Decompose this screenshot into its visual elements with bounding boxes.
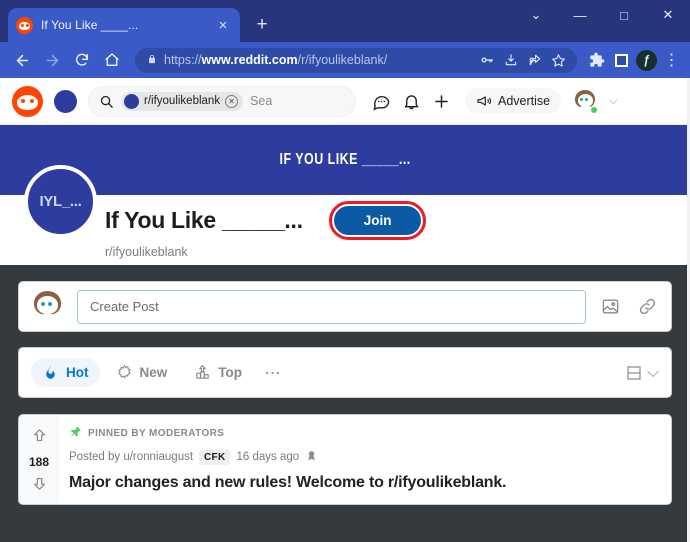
award-icon[interactable] <box>305 449 318 465</box>
post-body: PINNED BY MODERATORS Posted by u/ronniau… <box>59 415 671 504</box>
upvote-button[interactable] <box>31 427 48 449</box>
forward-button[interactable] <box>38 46 66 74</box>
browser-title-bar: If You Like ____... × + ⌄ — □ ✕ <box>0 0 690 42</box>
page-content: r/ifyoulikeblank ✕ Sea Advertise ⌵ IF YO… <box>0 78 690 542</box>
advertise-button[interactable]: Advertise <box>465 88 562 114</box>
browser-toolbar: https://www.reddit.com/r/ifyoulikeblank/ <box>0 42 690 78</box>
new-tab-button[interactable]: + <box>248 11 276 39</box>
megaphone-icon <box>477 96 492 106</box>
search-bar[interactable]: r/ifyoulikeblank ✕ Sea <box>88 85 356 117</box>
search-subreddit-chip[interactable]: r/ifyoulikeblank ✕ <box>121 91 244 111</box>
author-flair: CFK <box>199 449 231 465</box>
card-view-icon <box>627 365 641 380</box>
pinned-row: PINNED BY MODERATORS <box>69 425 659 441</box>
user-menu-caret-icon[interactable]: ⌵ <box>609 95 617 108</box>
join-button-highlight: Join <box>328 201 427 240</box>
online-status-dot <box>590 106 599 114</box>
create-post-card: Create Post <box>18 281 672 332</box>
window-controls: ⌄ — □ ✕ <box>514 0 690 30</box>
close-window-button[interactable]: ✕ <box>646 0 690 30</box>
browser-window: If You Like ____... × + ⌄ — □ ✕ https://… <box>0 0 690 542</box>
chip-remove-icon[interactable]: ✕ <box>225 94 239 108</box>
sort-new-label: New <box>139 365 168 380</box>
subreddit-mini-avatar-icon[interactable] <box>54 89 77 113</box>
search-icon <box>99 94 114 109</box>
subreddit-banner: IF YOU LIKE _____... <box>0 125 690 195</box>
extension-icons: ƒ ⋮ <box>586 49 682 71</box>
downvote-button[interactable] <box>31 475 48 497</box>
header-icon-group <box>371 91 452 112</box>
key-icon[interactable] <box>476 50 497 71</box>
join-button[interactable]: Join <box>333 206 422 235</box>
omnibox-actions <box>476 50 569 71</box>
install-icon[interactable] <box>500 50 521 71</box>
tab-search-icon[interactable]: ⌄ <box>514 0 558 30</box>
sort-new[interactable]: New <box>105 358 179 387</box>
tab-close-icon[interactable]: × <box>214 16 232 34</box>
advertise-label: Advertise <box>498 94 551 108</box>
url-text: https://www.reddit.com/r/ifyoulikeblank/ <box>164 53 388 67</box>
reddit-header: r/ifyoulikeblank ✕ Sea Advertise ⌵ <box>0 78 690 125</box>
user-avatar[interactable] <box>572 88 599 114</box>
podium-icon <box>196 365 209 379</box>
square-extension-icon[interactable] <box>611 50 632 71</box>
chip-label: r/ifyoulikeblank <box>144 95 221 107</box>
view-caret-icon: ⌵ <box>646 363 659 381</box>
reddit-favicon-icon <box>16 16 33 34</box>
browser-tab[interactable]: If You Like ____... × <box>8 8 240 42</box>
post-excerpt <box>69 496 659 504</box>
vote-score: 188 <box>28 455 50 469</box>
lock-icon <box>147 53 157 68</box>
post-card[interactable]: 188 PINNED BY MODERATORS Posted by u/ron… <box>18 414 672 505</box>
maximize-button[interactable]: □ <box>602 0 646 30</box>
sort-top-label: Top <box>218 365 243 380</box>
tab-title: If You Like ____... <box>41 18 139 32</box>
flame-icon <box>46 365 55 379</box>
circle-extension-icon[interactable]: ƒ <box>636 49 657 71</box>
browser-menu-icon[interactable]: ⋮ <box>661 50 682 71</box>
subreddit-title: If You Like _____... <box>105 207 303 233</box>
view-mode-dropdown[interactable]: ⌵ <box>625 364 659 382</box>
pin-icon <box>69 425 82 441</box>
sort-hot[interactable]: Hot <box>31 358 100 387</box>
sort-top[interactable]: Top <box>183 358 253 387</box>
search-input[interactable]: Sea <box>250 94 272 108</box>
puzzle-icon[interactable] <box>586 50 607 71</box>
subreddit-handle: r/ifyoulikeblank <box>105 245 188 259</box>
home-button[interactable] <box>98 46 126 74</box>
subreddit-header: IYL_... If You Like _____... Join r/ifyo… <box>0 165 690 265</box>
banner-title: IF YOU LIKE _____... <box>279 151 411 168</box>
post-timestamp: 16 days ago <box>236 451 300 463</box>
sort-bar: Hot New Top ⋯ ⌵ <box>18 347 672 398</box>
subreddit-avatar: IYL_... <box>24 165 97 238</box>
chip-avatar-icon <box>124 93 139 109</box>
share-icon[interactable] <box>524 50 545 71</box>
create-post-input[interactable]: Create Post <box>77 289 586 324</box>
sort-more-button[interactable]: ⋯ <box>258 360 288 386</box>
feed: Create Post Hot New Top ⋯ ⌵ 188 PINNED B… <box>0 265 690 505</box>
create-post-placeholder: Create Post <box>90 299 159 314</box>
sort-hot-label: Hot <box>66 365 89 380</box>
vote-column: 188 <box>19 415 59 504</box>
link-icon[interactable] <box>634 294 660 320</box>
reload-button[interactable] <box>68 46 96 74</box>
post-author[interactable]: Posted by u/ronniaugust <box>69 451 193 463</box>
address-bar[interactable]: https://www.reddit.com/r/ifyoulikeblank/ <box>135 47 577 73</box>
post-title[interactable]: Major changes and new rules! Welcome to … <box>69 474 659 492</box>
reddit-logo-icon[interactable] <box>12 85 43 117</box>
chat-icon[interactable] <box>371 91 392 112</box>
bookmark-star-icon[interactable] <box>548 50 569 71</box>
starburst-icon <box>117 365 131 379</box>
notifications-bell-icon[interactable] <box>401 91 422 112</box>
create-plus-icon[interactable] <box>431 91 452 112</box>
post-meta: Posted by u/ronniaugust CFK 16 days ago <box>69 449 659 465</box>
minimize-button[interactable]: — <box>558 0 602 30</box>
image-icon[interactable] <box>597 294 623 320</box>
create-post-avatar <box>30 289 66 325</box>
back-button[interactable] <box>8 46 36 74</box>
pinned-label: PINNED BY MODERATORS <box>88 427 225 439</box>
